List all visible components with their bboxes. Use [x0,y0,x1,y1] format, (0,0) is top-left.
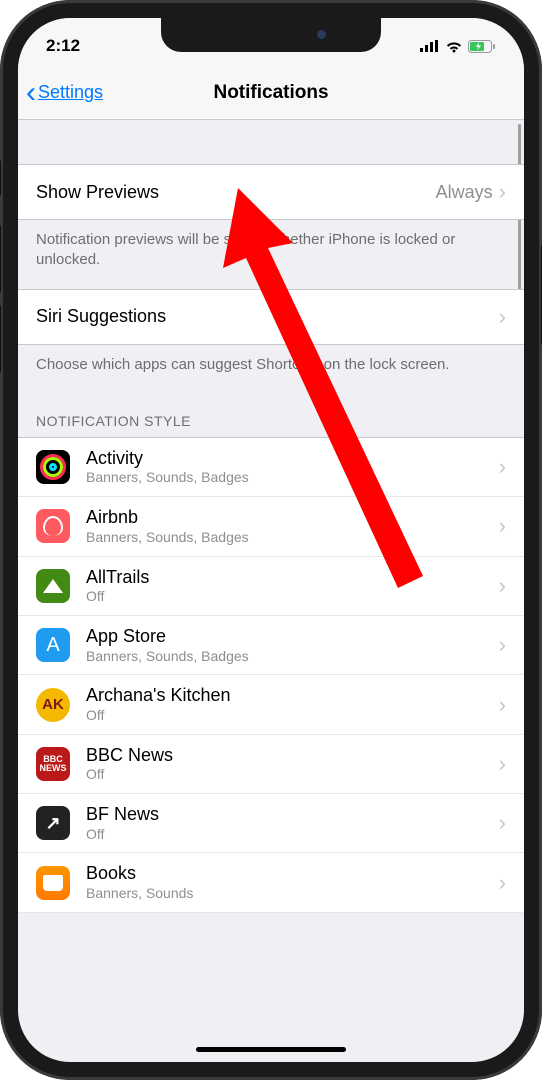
app-text: ActivityBanners, Sounds, Badges [86,448,499,486]
app-name-label: BBC News [86,745,499,767]
content-scroll[interactable]: Show Previews Always › Notification prev… [18,120,524,1042]
home-indicator[interactable] [196,1047,346,1052]
app-sub-label: Off [86,826,499,843]
app-list: ActivityBanners, Sounds, Badges›AirbnbBa… [18,437,524,913]
app-text: BBC NewsOff [86,745,499,783]
chevron-right-icon: › [499,692,506,718]
siri-suggestions-label: Siri Suggestions [36,306,166,327]
chevron-right-icon: › [499,573,506,599]
app-sub-label: Off [86,707,499,724]
chevron-right-icon: › [499,513,506,539]
previews-footer: Notification previews will be shown whet… [18,220,524,289]
app-icon [36,450,70,484]
app-name-label: Activity [86,448,499,470]
camera-dot [317,30,326,39]
app-row-alltrails[interactable]: AllTrailsOff› [18,557,524,616]
back-label: Settings [38,82,103,103]
app-row-bbc-news[interactable]: BBC NEWS BBC NewsOff› [18,735,524,794]
app-icon [36,866,70,900]
app-name-label: Archana's Kitchen [86,685,499,707]
app-icon: AK [36,688,70,722]
chevron-right-icon: › [499,751,506,777]
nav-bar: ‹ Settings Notifications [18,66,524,120]
show-previews-row[interactable]: Show Previews Always › [18,164,524,220]
app-icon: BBC NEWS [36,747,70,781]
chevron-left-icon: ‹ [26,78,36,108]
app-sub-label: Banners, Sounds [86,885,499,902]
app-row-bf-news[interactable]: BF NewsOff› [18,794,524,853]
phone-frame: 2:12 ‹ Settings Notifications Show Previ… [0,0,542,1080]
app-sub-label: Banners, Sounds, Badges [86,648,499,665]
app-row-archana-s-kitchen[interactable]: AK Archana's KitchenOff› [18,675,524,734]
show-previews-label: Show Previews [36,182,159,203]
chevron-right-icon: › [499,304,506,330]
app-name-label: AllTrails [86,567,499,589]
chevron-right-icon: › [499,632,506,658]
back-button[interactable]: ‹ Settings [18,78,103,108]
volume-up-button [0,225,1,293]
app-name-label: Books [86,863,499,885]
app-text: AllTrailsOff [86,567,499,605]
volume-down-button [0,305,1,373]
app-name-label: Airbnb [86,507,499,529]
app-row-airbnb[interactable]: AirbnbBanners, Sounds, Badges› [18,497,524,556]
app-text: App StoreBanners, Sounds, Badges [86,626,499,664]
status-time: 2:12 [46,36,80,56]
app-sub-label: Banners, Sounds, Badges [86,529,499,546]
app-icon [36,806,70,840]
section-spacer [18,120,524,164]
app-row-app-store[interactable]: App StoreBanners, Sounds, Badges› [18,616,524,675]
app-sub-label: Banners, Sounds, Badges [86,469,499,486]
chevron-right-icon: › [499,179,506,205]
notch [161,18,381,52]
app-text: Archana's KitchenOff [86,685,499,723]
siri-footer: Choose which apps can suggest Shortcuts … [18,345,524,393]
app-sub-label: Off [86,766,499,783]
app-name-label: App Store [86,626,499,648]
app-icon [36,628,70,662]
status-icons [420,40,496,53]
wifi-icon [445,40,463,53]
app-text: BF NewsOff [86,804,499,842]
app-text: AirbnbBanners, Sounds, Badges [86,507,499,545]
app-name-label: BF News [86,804,499,826]
app-text: BooksBanners, Sounds [86,863,499,901]
app-row-activity[interactable]: ActivityBanners, Sounds, Badges› [18,437,524,497]
chevron-right-icon: › [499,454,506,480]
battery-icon [468,40,496,53]
chevron-right-icon: › [499,870,506,896]
app-icon [36,569,70,603]
cellular-icon [420,40,440,52]
app-row-books[interactable]: BooksBanners, Sounds› [18,853,524,912]
chevron-right-icon: › [499,810,506,836]
app-icon [36,509,70,543]
show-previews-value: Always [436,182,493,203]
app-sub-label: Off [86,588,499,605]
siri-suggestions-row[interactable]: Siri Suggestions › [18,289,524,345]
mute-switch [0,160,1,196]
screen: 2:12 ‹ Settings Notifications Show Previ… [18,18,524,1062]
notification-style-header: NOTIFICATION STYLE [18,393,524,437]
